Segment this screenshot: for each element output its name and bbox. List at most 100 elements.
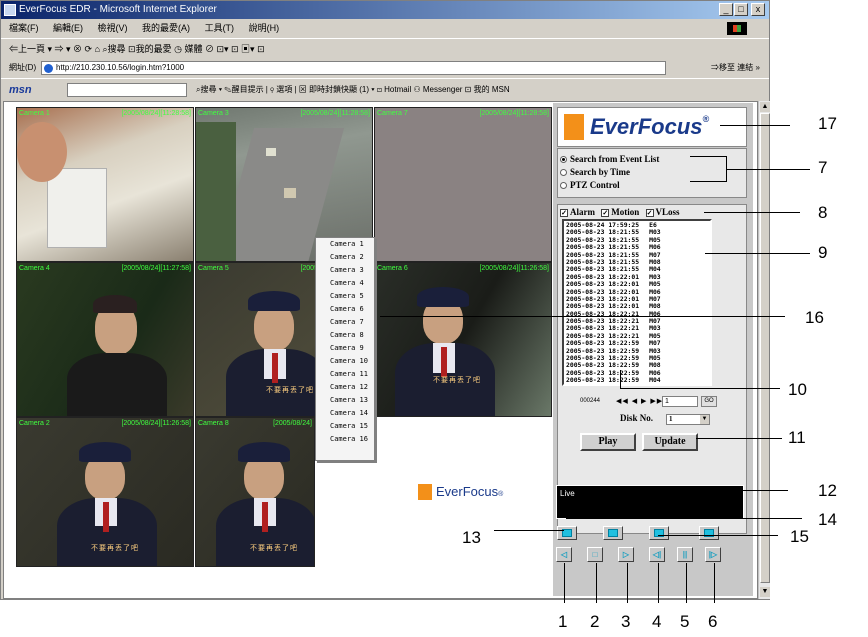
minimize-button[interactable]: _ <box>719 3 733 16</box>
callout-6: 6 <box>708 612 718 631</box>
stop-icon[interactable]: □ <box>587 547 603 562</box>
status-text: Live <box>560 489 575 498</box>
filter-vloss-label: VLoss <box>655 207 680 217</box>
update-button[interactable]: Update <box>642 433 698 451</box>
camera-menu-item[interactable]: Camera 14 <box>316 407 374 420</box>
menu-edit[interactable]: 編輯(E) <box>53 23 83 33</box>
msn-search-input[interactable] <box>67 83 187 97</box>
step-forward-icon[interactable]: |▷ <box>705 547 721 562</box>
menu-help[interactable]: 說明(H) <box>249 23 280 33</box>
scroll-up-icon[interactable]: ▲ <box>760 102 770 112</box>
camera-label: Camera 6 <box>377 265 408 272</box>
logo-text: EverFocus <box>590 114 703 139</box>
radio-icon[interactable] <box>560 169 567 177</box>
logo-reg: ® <box>498 491 504 498</box>
callout-12: 12 <box>818 481 837 500</box>
camera-menu-item[interactable]: Camera 12 <box>316 381 374 394</box>
checkbox-icon[interactable]: ✓ <box>601 208 610 217</box>
address-label: 網址(D) <box>9 63 37 72</box>
address-input[interactable]: http://210.230.10.56/login.htm?1000 <box>41 61 666 75</box>
camera-menu-item[interactable]: Camera 16 <box>316 433 374 446</box>
scroll-thumb[interactable] <box>760 113 770 583</box>
door-shape <box>47 168 107 248</box>
layout-9-button[interactable] <box>649 526 669 540</box>
camera-menu-item[interactable]: Camera 1 <box>316 238 374 251</box>
page-icon <box>44 64 53 73</box>
camera-menu-item[interactable]: Camera 10 <box>316 355 374 368</box>
camera-menu-item[interactable]: Camera 15 <box>316 420 374 433</box>
disk-value: 1 <box>669 415 673 423</box>
pause-icon[interactable]: || <box>677 547 693 562</box>
callout-7: 7 <box>818 158 828 177</box>
camera-view-1[interactable]: Camera 1 [2005/08/24][11:28:58] <box>16 107 194 262</box>
camera-menu-item[interactable]: Camera 11 <box>316 368 374 381</box>
camera-view-7[interactable]: Camera 7 [2005/08/24][11:28:58] <box>374 107 552 262</box>
hand-shape <box>17 122 67 182</box>
go-button[interactable]: GO <box>701 396 717 407</box>
camera-view-6[interactable]: Camera 6 [2005/08/24][11:26:58] 不要再丢了吧 <box>374 262 552 417</box>
camera-menu-item[interactable]: Camera 7 <box>316 316 374 329</box>
camera-menu-item[interactable]: Camera 13 <box>316 394 374 407</box>
event-time: 2005-08-23 18:22:59 <box>566 376 640 385</box>
camera-menu-item[interactable]: Camera 6 <box>316 303 374 316</box>
option-label: PTZ Control <box>570 180 620 190</box>
layout-16-button[interactable] <box>699 526 719 540</box>
video-subtitle: 不要再丢了吧 <box>266 387 314 394</box>
camera-menu-item[interactable]: Camera 9 <box>316 342 374 355</box>
disk-select[interactable]: 1 ▼ <box>666 414 710 425</box>
radio-icon[interactable] <box>560 156 567 164</box>
option-label: Search by Time <box>570 167 631 177</box>
callout-10: 10 <box>788 380 807 399</box>
camera-label: Camera 5 <box>198 265 229 272</box>
menu-favorites[interactable]: 我的最愛(A) <box>142 23 190 33</box>
camera-view-4[interactable]: Camera 4 [2005/08/24][11:27:58] <box>16 262 194 417</box>
option-event-list[interactable]: Search from Event List <box>560 153 744 166</box>
layout-1-button[interactable] <box>557 526 577 540</box>
menu-file[interactable]: 檔案(F) <box>9 23 39 33</box>
go-links[interactable]: ⇒移至 連結 » <box>711 59 760 77</box>
callout-line <box>686 563 687 603</box>
play-icon[interactable]: ▷ <box>618 547 634 562</box>
camera-menu-item[interactable]: Camera 2 <box>316 251 374 264</box>
address-value: http://210.230.10.56/login.htm?1000 <box>56 63 185 72</box>
menu-view[interactable]: 檢視(V) <box>98 23 128 33</box>
toolbar[interactable]: ⇐上一頁 ▾ ⇒ ▾ ⊗ ⟳ ⌂ ⌕搜尋 ⊡我的最愛 ◷ 媒體 ⊘ ⊡▾ ⊡ ▣… <box>1 38 769 58</box>
checkbox-icon[interactable]: ✓ <box>645 208 654 217</box>
everfocus-mark-icon <box>564 114 584 140</box>
maximize-button[interactable]: □ <box>734 3 748 16</box>
camera-time: [2005/08/24][11:27:58] <box>121 265 191 272</box>
rewind-icon[interactable]: ◁ <box>556 547 572 562</box>
play-button[interactable]: Play <box>580 433 636 451</box>
vertical-scrollbar[interactable]: ▲ ▼ <box>758 101 770 599</box>
event-navigation: 000244 ◀◀ ◀ ▶ ▶▶ 1 GO <box>580 395 740 409</box>
step-back-icon[interactable]: ◁| <box>649 547 665 562</box>
layout-4-button[interactable] <box>603 526 623 540</box>
event-row[interactable]: 2005-08-23 18:22:59 M04 <box>566 376 708 385</box>
video-subtitle: 不要再丢了吧 <box>91 545 139 552</box>
camera-menu-item[interactable]: Camera 4 <box>316 277 374 290</box>
event-list[interactable]: 2005-08-24 17:59:25 E6 2005-08-23 18:21:55… <box>562 219 712 386</box>
camera-view-2[interactable]: Camera 2 [2005/08/24][11:26:58] 不要再丢了吧 <box>16 417 194 567</box>
callout-line <box>658 563 659 603</box>
checkbox-icon[interactable]: ✓ <box>560 208 568 217</box>
page-nav-buttons[interactable]: ◀◀ ◀ ▶ ▶▶ <box>616 397 663 405</box>
camera-menu-item[interactable]: Camera 5 <box>316 290 374 303</box>
camera-view-8[interactable]: Camera 8 [2005/08/24] 不要再丢了吧 <box>195 417 315 567</box>
msn-logo[interactable]: msn <box>9 79 32 101</box>
camera-select-menu[interactable]: Camera 1 Camera 2 Camera 3 Camera 4 Came… <box>315 237 375 461</box>
radio-icon[interactable] <box>560 182 567 190</box>
menu-tools[interactable]: 工具(T) <box>205 23 235 33</box>
chevron-down-icon[interactable]: ▼ <box>700 415 709 424</box>
callout-line <box>705 253 810 254</box>
camera-menu-item[interactable]: Camera 8 <box>316 329 374 342</box>
callout-3: 3 <box>621 612 631 631</box>
msn-links[interactable]: ⌕搜尋 ▾ ✎醒目提示 | ⚲ 選項 | ⊠ 即時封鎖快顯 (1) ▾ ⊡ Ho… <box>196 79 510 101</box>
option-search-time[interactable]: Search by Time <box>560 166 744 179</box>
callout-14: 14 <box>818 510 837 529</box>
close-button[interactable]: x <box>751 3 765 16</box>
camera-menu-item[interactable]: Camera 3 <box>316 264 374 277</box>
disk-select-row: Disk No. 1 ▼ <box>620 413 730 427</box>
scroll-down-icon[interactable]: ▼ <box>760 587 770 597</box>
callout-8: 8 <box>818 203 828 222</box>
page-input[interactable]: 1 <box>662 396 698 407</box>
